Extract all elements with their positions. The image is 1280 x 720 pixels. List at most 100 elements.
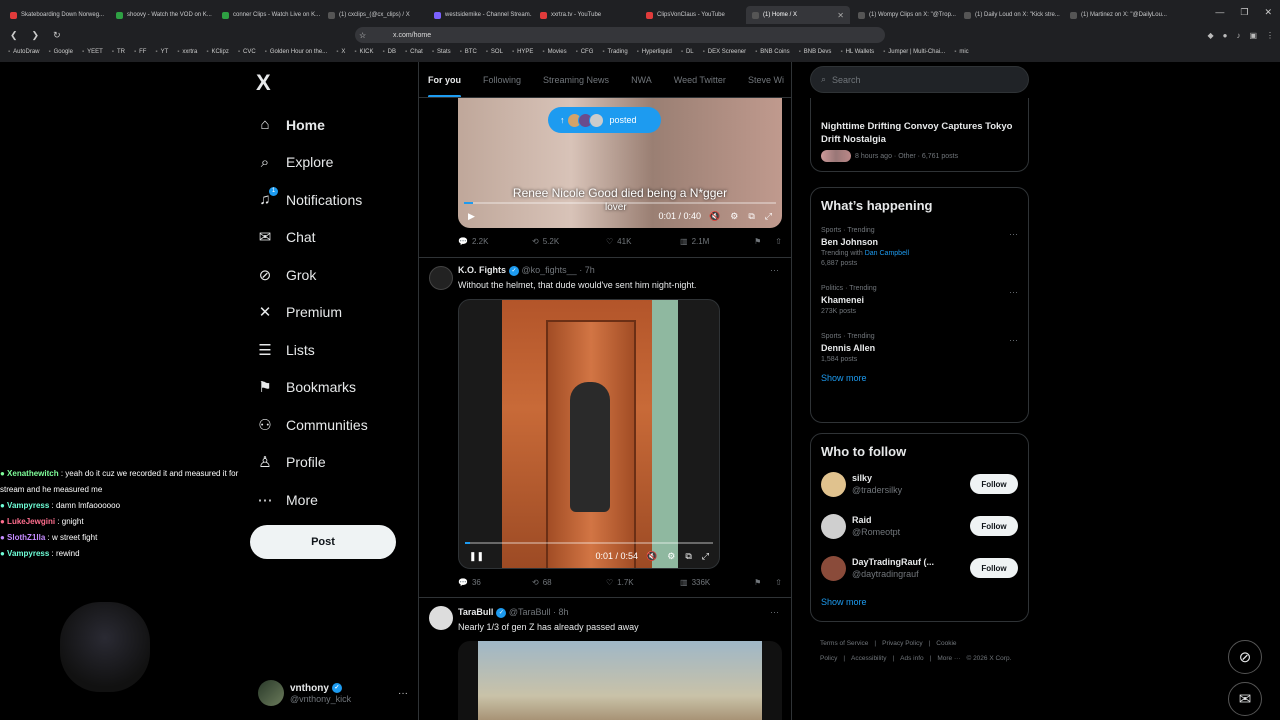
trend-more-icon[interactable]: ···: [1009, 335, 1018, 345]
mute-icon[interactable]: 🔇: [646, 551, 657, 562]
new-posts-pill[interactable]: ↑ posted: [548, 107, 661, 133]
forward-icon[interactable]: ❯: [32, 30, 40, 41]
tweet-age[interactable]: · 8h: [553, 607, 569, 617]
pip-icon[interactable]: ⧉: [748, 211, 754, 222]
bookmark-item[interactable]: HL Wallets: [840, 49, 875, 55]
author-name[interactable]: TaraBull: [458, 607, 493, 617]
bookmark-item[interactable]: mic: [954, 49, 968, 55]
repost-button[interactable]: ⟲ 68: [532, 578, 606, 587]
nav-item-bookmarks[interactable]: ⚑ Bookmarks: [256, 369, 406, 407]
bookmark-item[interactable]: AutoDraw: [8, 49, 39, 55]
nav-item-communities[interactable]: ⚇ Communities: [256, 406, 406, 444]
show-more-link[interactable]: Show more: [811, 597, 1028, 607]
timeline-tab[interactable]: For you: [428, 75, 461, 97]
browser-tab[interactable]: (1) Martinez on X: "@DailyLou...: [1064, 6, 1168, 24]
bookmark-item[interactable]: BNB Devs: [799, 49, 832, 55]
avatar[interactable]: [429, 266, 453, 290]
bookmark-item[interactable]: FF: [134, 49, 146, 55]
fullscreen-icon[interactable]: ⤢: [765, 211, 772, 222]
follow-button[interactable]: Follow: [970, 516, 1018, 536]
browser-tab[interactable]: ClipsVonClaus - YouTube: [640, 6, 744, 24]
bookmark-item[interactable]: YEET: [82, 49, 103, 55]
nav-item-profile[interactable]: ♙ Profile: [256, 444, 406, 482]
like-button[interactable]: ♡ 41K: [606, 237, 680, 246]
pause-icon[interactable]: ❚❚: [469, 551, 484, 562]
play-icon[interactable]: ▶: [468, 211, 475, 222]
trend-item[interactable]: Politics · Trending Khamenei 273K posts ···: [811, 285, 1028, 315]
share-icon[interactable]: ⇧: [775, 237, 782, 246]
author-handle[interactable]: @ko_fights__: [522, 265, 577, 275]
follow-button[interactable]: Follow: [970, 558, 1018, 578]
footer-link[interactable]: More ···: [937, 655, 960, 662]
bookmark-item[interactable]: Google: [48, 49, 73, 55]
follow-suggestion[interactable]: silky @tradersilky Follow: [811, 463, 1028, 505]
nav-item-more[interactable]: ⋯ More: [256, 481, 406, 519]
bookmark-item[interactable]: Chat: [405, 49, 423, 55]
extension-icon[interactable]: ●: [1223, 31, 1228, 40]
browser-tab[interactable]: xxrtra.tv - YouTube: [534, 6, 638, 24]
timeline-tab[interactable]: NWA: [631, 75, 652, 85]
trend-context-link[interactable]: Dan Campbell: [865, 250, 909, 257]
nav-item-explore[interactable]: ⌕ Explore: [256, 144, 406, 182]
tweet-video[interactable]: [458, 641, 782, 720]
post-button[interactable]: Post: [250, 525, 396, 559]
timeline-tab[interactable]: Following: [483, 75, 521, 85]
close-window-icon[interactable]: ✕: [1264, 7, 1272, 18]
bookmark-item[interactable]: Movies: [542, 49, 567, 55]
browser-tab[interactable]: shoovy - Watch the VOD on K...: [110, 6, 214, 24]
footer-link[interactable]: Ads info: [900, 655, 924, 662]
bookmark-item[interactable]: Jumper | Multi-Chai...: [883, 49, 945, 55]
minimize-icon[interactable]: —: [1215, 7, 1224, 18]
nav-item-lists[interactable]: ☰ Lists: [256, 331, 406, 369]
nav-item-chat[interactable]: ✉ Chat: [256, 219, 406, 257]
trend-more-icon[interactable]: ···: [1009, 287, 1018, 297]
nav-item-premium[interactable]: ✕ Premium: [256, 294, 406, 332]
bookmark-star-icon[interactable]: ☆: [359, 31, 366, 40]
mute-icon[interactable]: 🔇: [709, 211, 720, 222]
bookmark-item[interactable]: Stats: [432, 49, 451, 55]
footer-link[interactable]: Terms of Service: [820, 640, 868, 647]
browser-tab[interactable]: (1) Daily Loud on X: "Kick stre...: [958, 6, 1062, 24]
browser-tab[interactable]: (1) Home / X ✕: [746, 6, 850, 24]
reply-button[interactable]: 💬 36: [458, 578, 532, 587]
trend-item[interactable]: Sports · Trending Ben Johnson Trending wit…: [811, 227, 1028, 267]
bookmark-icon[interactable]: ⚑: [754, 578, 761, 587]
avatar[interactable]: [821, 513, 846, 539]
timeline-tab[interactable]: Steve Wi: [748, 75, 784, 85]
views-button[interactable]: ▥ 2.1M: [680, 237, 754, 246]
back-icon[interactable]: ❮: [10, 30, 18, 41]
extension-icon[interactable]: ▣: [1249, 31, 1257, 40]
like-button[interactable]: ♡ 1.7K: [606, 578, 680, 587]
author-handle[interactable]: @TaraBull: [509, 607, 551, 617]
bookmark-item[interactable]: DB: [383, 49, 396, 55]
bookmark-item[interactable]: TR: [112, 49, 125, 55]
reload-icon[interactable]: ↻: [53, 30, 61, 41]
bookmark-item[interactable]: HYPE: [512, 49, 533, 55]
views-button[interactable]: ▥ 336K: [680, 578, 754, 587]
maximize-icon[interactable]: ❐: [1240, 7, 1248, 18]
settings-icon[interactable]: ⚙: [730, 211, 738, 222]
footer-link[interactable]: Privacy Policy: [882, 640, 922, 647]
repost-button[interactable]: ⟲ 5.2K: [532, 237, 606, 246]
show-more-link[interactable]: Show more: [811, 373, 1028, 383]
tweet-age[interactable]: · 7h: [579, 265, 595, 275]
timeline-tab[interactable]: Streaming News: [543, 75, 609, 85]
follow-button[interactable]: Follow: [970, 474, 1018, 494]
bookmark-item[interactable]: KICK: [354, 49, 373, 55]
avatar[interactable]: [821, 471, 846, 497]
news-card[interactable]: Nighttime Drifting Convoy Captures Tokyo…: [810, 98, 1029, 172]
browser-tab[interactable]: (1) Wompy Clips on X: "@Trop...: [852, 6, 956, 24]
bookmark-item[interactable]: Hyperliquid: [637, 49, 672, 55]
bookmark-item[interactable]: BTC: [460, 49, 477, 55]
bookmark-item[interactable]: xxrtra: [177, 49, 197, 55]
bookmark-item[interactable]: BNB Coins: [755, 49, 789, 55]
browser-tab[interactable]: (1) cxclips_(@cx_clips) / X: [322, 6, 426, 24]
nav-item-notifications[interactable]: ♫ 1 Notifications: [256, 181, 406, 219]
x-logo-icon[interactable]: X: [256, 70, 271, 96]
follow-suggestion[interactable]: DayTradingRauf (... @daytradingrauf Follow: [811, 547, 1028, 589]
bookmark-item[interactable]: DL: [681, 49, 694, 55]
bookmark-item[interactable]: DEX Screener: [703, 49, 746, 55]
bookmark-item[interactable]: X: [336, 49, 345, 55]
address-bar[interactable]: ☆ x.com/home: [355, 27, 885, 43]
nav-item-home[interactable]: ⌂ Home: [256, 106, 406, 144]
